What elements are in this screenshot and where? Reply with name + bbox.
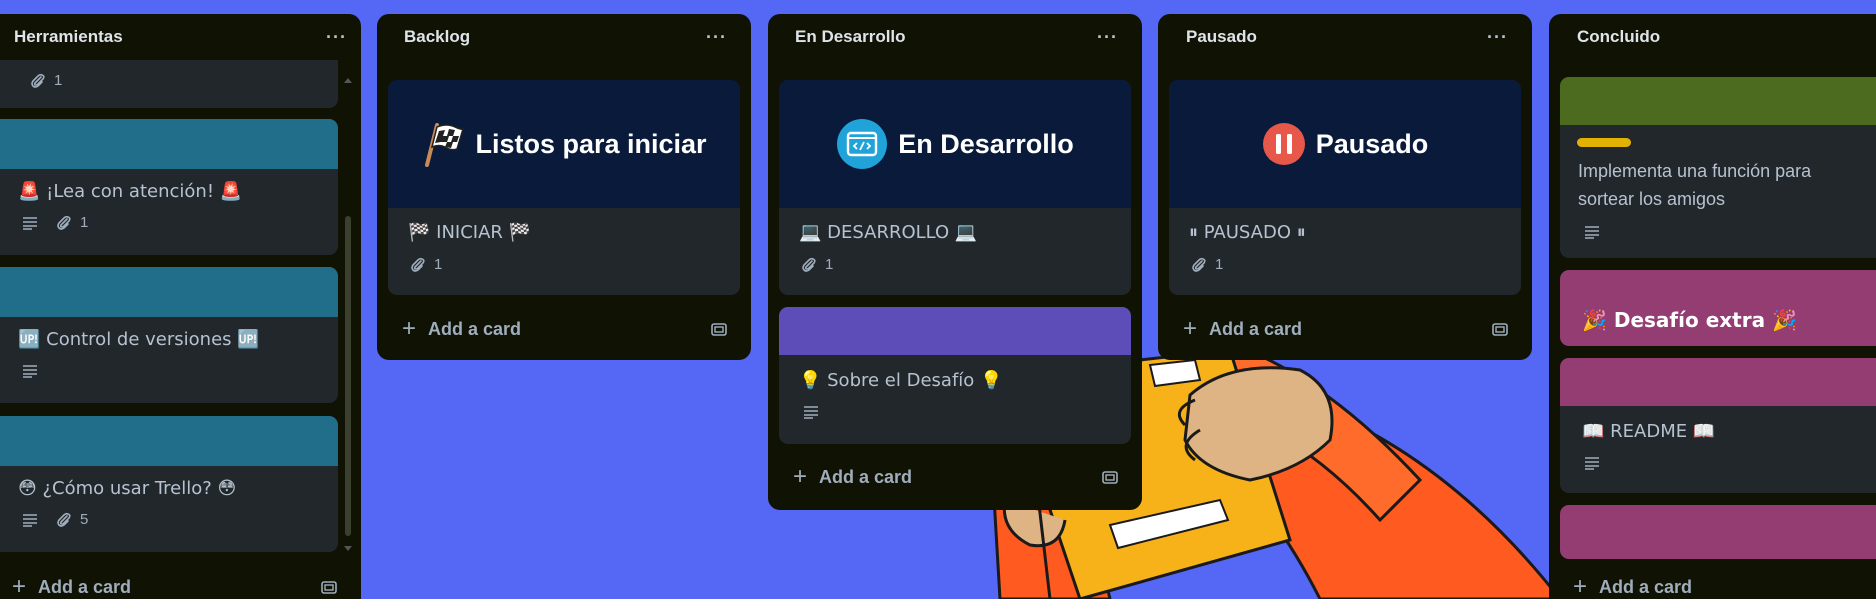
add-card-button[interactable]: + Add a card — [1183, 316, 1509, 342]
card-title: 😳 ¿Cómo usar Trello? 😳 — [18, 478, 237, 499]
card-title: ⏸ PAUSADO ⏸ — [1189, 222, 1306, 243]
card-title: 🎉 Desafío extra 🎉 — [1582, 308, 1797, 332]
add-card-button[interactable]: + Add a card — [12, 574, 338, 599]
card-cover — [0, 267, 338, 317]
plus-icon: + — [793, 463, 808, 490]
list-item[interactable]: Pausado ⏸ PAUSADO ⏸ 1 — [1169, 80, 1521, 295]
list-item[interactable] — [1560, 505, 1876, 559]
add-card-label: Add a card — [1209, 318, 1303, 339]
attachment-count: 1 — [54, 72, 63, 89]
more-options-icon[interactable]: ··· — [1487, 27, 1508, 48]
list-title[interactable]: Backlog — [404, 27, 470, 47]
list-item[interactable]: 😳 ¿Cómo usar Trello? 😳 5 — [0, 416, 338, 552]
paperclip-icon — [57, 215, 71, 230]
list-item[interactable]: 💡 Sobre el Desafío 💡 — [779, 307, 1131, 444]
card-title: 🚨 ¡Lea con atención! 🚨 — [18, 181, 243, 202]
paperclip-icon — [802, 257, 816, 272]
paperclip-icon — [1192, 257, 1206, 272]
list-title[interactable]: En Desarrollo — [795, 27, 906, 47]
paperclip-icon — [31, 73, 45, 88]
code-window-icon — [837, 119, 888, 169]
paperclip-icon — [57, 512, 71, 527]
scroll-up-arrow[interactable] — [344, 78, 352, 83]
card-cover — [1560, 505, 1876, 559]
card-title: 📖 README 📖 — [1582, 421, 1716, 442]
card-template-icon[interactable] — [320, 579, 338, 595]
attachment-count: 1 — [80, 214, 89, 231]
attachment-count: 1 — [434, 256, 443, 273]
description-icon — [1585, 226, 1599, 239]
scroll-down-arrow[interactable] — [344, 546, 352, 551]
list-item[interactable]: Implementa una función para sortear los … — [1560, 77, 1876, 258]
list-title[interactable]: Pausado — [1186, 27, 1257, 47]
card-title: 💡 Sobre el Desafío 💡 — [799, 370, 1003, 391]
description-icon — [23, 513, 37, 527]
card-title: 🏁 INICIAR 🏁 — [408, 222, 532, 243]
attachment-count: 1 — [825, 256, 834, 273]
list-item[interactable]: 🚨 ¡Lea con atención! 🚨 1 — [0, 119, 338, 255]
more-options-icon[interactable]: ··· — [1097, 27, 1118, 48]
attachment-badge: 1 — [1191, 256, 1223, 273]
checkered-flag-icon — [425, 123, 465, 167]
plus-icon: + — [1573, 573, 1588, 599]
card-title: Implementa una función para sortear los … — [1560, 147, 1876, 213]
description-icon — [23, 365, 37, 378]
list-item[interactable]: 🎉 Desafío extra 🎉 — [1560, 270, 1876, 346]
cover-text: En Desarrollo — [898, 128, 1074, 159]
list-item[interactable]: En Desarrollo 💻 DESARROLLO 💻 1 — [779, 80, 1131, 295]
plus-icon: + — [1183, 315, 1198, 342]
plus-icon: + — [12, 573, 27, 599]
list-item[interactable]: Listos para iniciar 🏁 INICIAR 🏁 1 — [388, 80, 740, 295]
add-card-button[interactable]: + Add a card — [402, 316, 728, 342]
list-item[interactable]: 1 — [0, 60, 338, 108]
attachment-badge: 1 — [56, 214, 88, 231]
card-cover: Listos para iniciar — [388, 80, 740, 208]
attachment-count: 5 — [80, 511, 89, 528]
card-cover: Pausado — [1169, 80, 1521, 208]
card-cover — [779, 307, 1131, 355]
list-scrollbar[interactable] — [343, 76, 353, 556]
attachment-count: 1 — [1215, 256, 1224, 273]
description-icon — [23, 216, 37, 230]
card-template-icon[interactable] — [1491, 321, 1509, 337]
cover-text: Pausado — [1315, 128, 1429, 159]
card-cover — [0, 416, 338, 466]
card-label[interactable] — [1577, 138, 1631, 147]
add-card-label: Add a card — [819, 466, 913, 487]
list-item[interactable]: 🆙 Control de versiones 🆙 — [0, 267, 338, 403]
scrollbar-thumb[interactable] — [345, 216, 351, 536]
attachment-badge: 1 — [30, 72, 62, 89]
plus-icon: + — [402, 315, 417, 342]
description-icon — [1585, 457, 1599, 470]
attachment-badge: 1 — [801, 256, 833, 273]
add-card-button[interactable]: + Add a card — [793, 464, 1119, 490]
card-cover — [1560, 358, 1876, 406]
card-cover: En Desarrollo — [779, 80, 1131, 208]
list-title[interactable]: Herramientas — [14, 27, 123, 47]
add-card-label: Add a card — [428, 318, 522, 339]
more-options-icon[interactable]: ··· — [326, 27, 347, 48]
card-template-icon[interactable] — [1101, 469, 1119, 485]
card-cover — [1560, 77, 1876, 125]
more-options-icon[interactable]: ··· — [706, 27, 727, 48]
card-cover — [0, 119, 338, 169]
list-title[interactable]: Concluido — [1577, 27, 1660, 47]
card-template-icon[interactable] — [710, 321, 728, 337]
add-card-label: Add a card — [38, 576, 132, 597]
attachment-badge: 1 — [410, 256, 442, 273]
card-title: 🆙 Control de versiones 🆙 — [18, 329, 260, 350]
pause-icon — [1262, 123, 1305, 165]
card-title: 💻 DESARROLLO 💻 — [799, 222, 978, 243]
attachment-badge: 5 — [56, 511, 88, 528]
cover-text: Listos para iniciar — [475, 128, 707, 159]
add-card-button[interactable]: + Add a card — [1573, 574, 1873, 599]
add-card-label: Add a card — [1599, 576, 1693, 597]
card-title-line: sortear los amigos — [1578, 189, 1726, 209]
card-title-line: Implementa una función para — [1578, 161, 1812, 181]
description-icon — [804, 406, 818, 419]
list-item[interactable]: 📖 README 📖 — [1560, 358, 1876, 493]
paperclip-icon — [411, 257, 425, 272]
